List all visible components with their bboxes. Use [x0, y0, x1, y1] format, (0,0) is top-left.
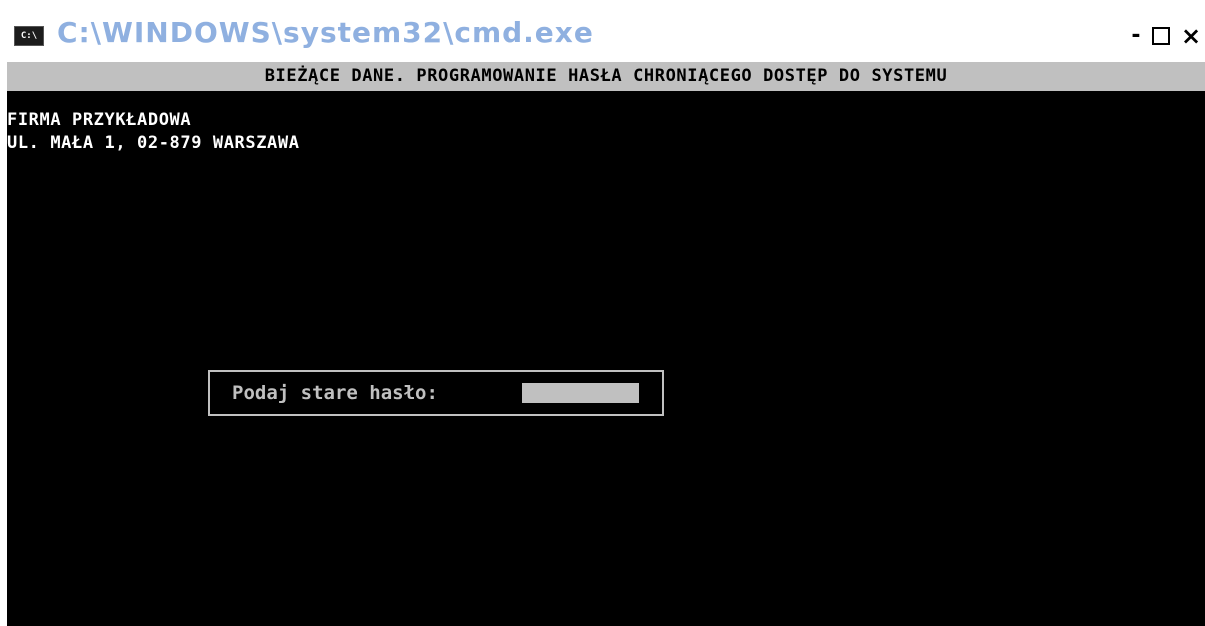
old-password-prompt: Podaj stare hasło:	[232, 382, 438, 404]
console-header-bar: BIEŻĄCE DANE. PROGRAMOWANIE HASŁA CHRONI…	[7, 62, 1205, 91]
cmd-window: C:\ C:\WINDOWS\system32\cmd.exe - × BIEŻ…	[0, 0, 1205, 626]
company-name: FIRMA PRZYKŁADOWA	[7, 110, 192, 130]
cmd-app-icon[interactable]: C:\	[14, 26, 44, 46]
old-password-input[interactable]	[522, 383, 639, 403]
window-title: C:\WINDOWS\system32\cmd.exe	[57, 16, 594, 49]
console-area: BIEŻĄCE DANE. PROGRAMOWANIE HASŁA CHRONI…	[7, 62, 1205, 626]
minimize-button[interactable]: -	[1127, 22, 1145, 50]
company-address: UL. MAŁA 1, 02-879 WARSZAWA	[7, 133, 300, 153]
password-dialog: Podaj stare hasło:	[208, 370, 664, 416]
close-button[interactable]: ×	[1180, 22, 1202, 50]
maximize-button[interactable]	[1152, 27, 1170, 45]
title-bar[interactable]: C:\ C:\WINDOWS\system32\cmd.exe - ×	[0, 0, 1205, 62]
